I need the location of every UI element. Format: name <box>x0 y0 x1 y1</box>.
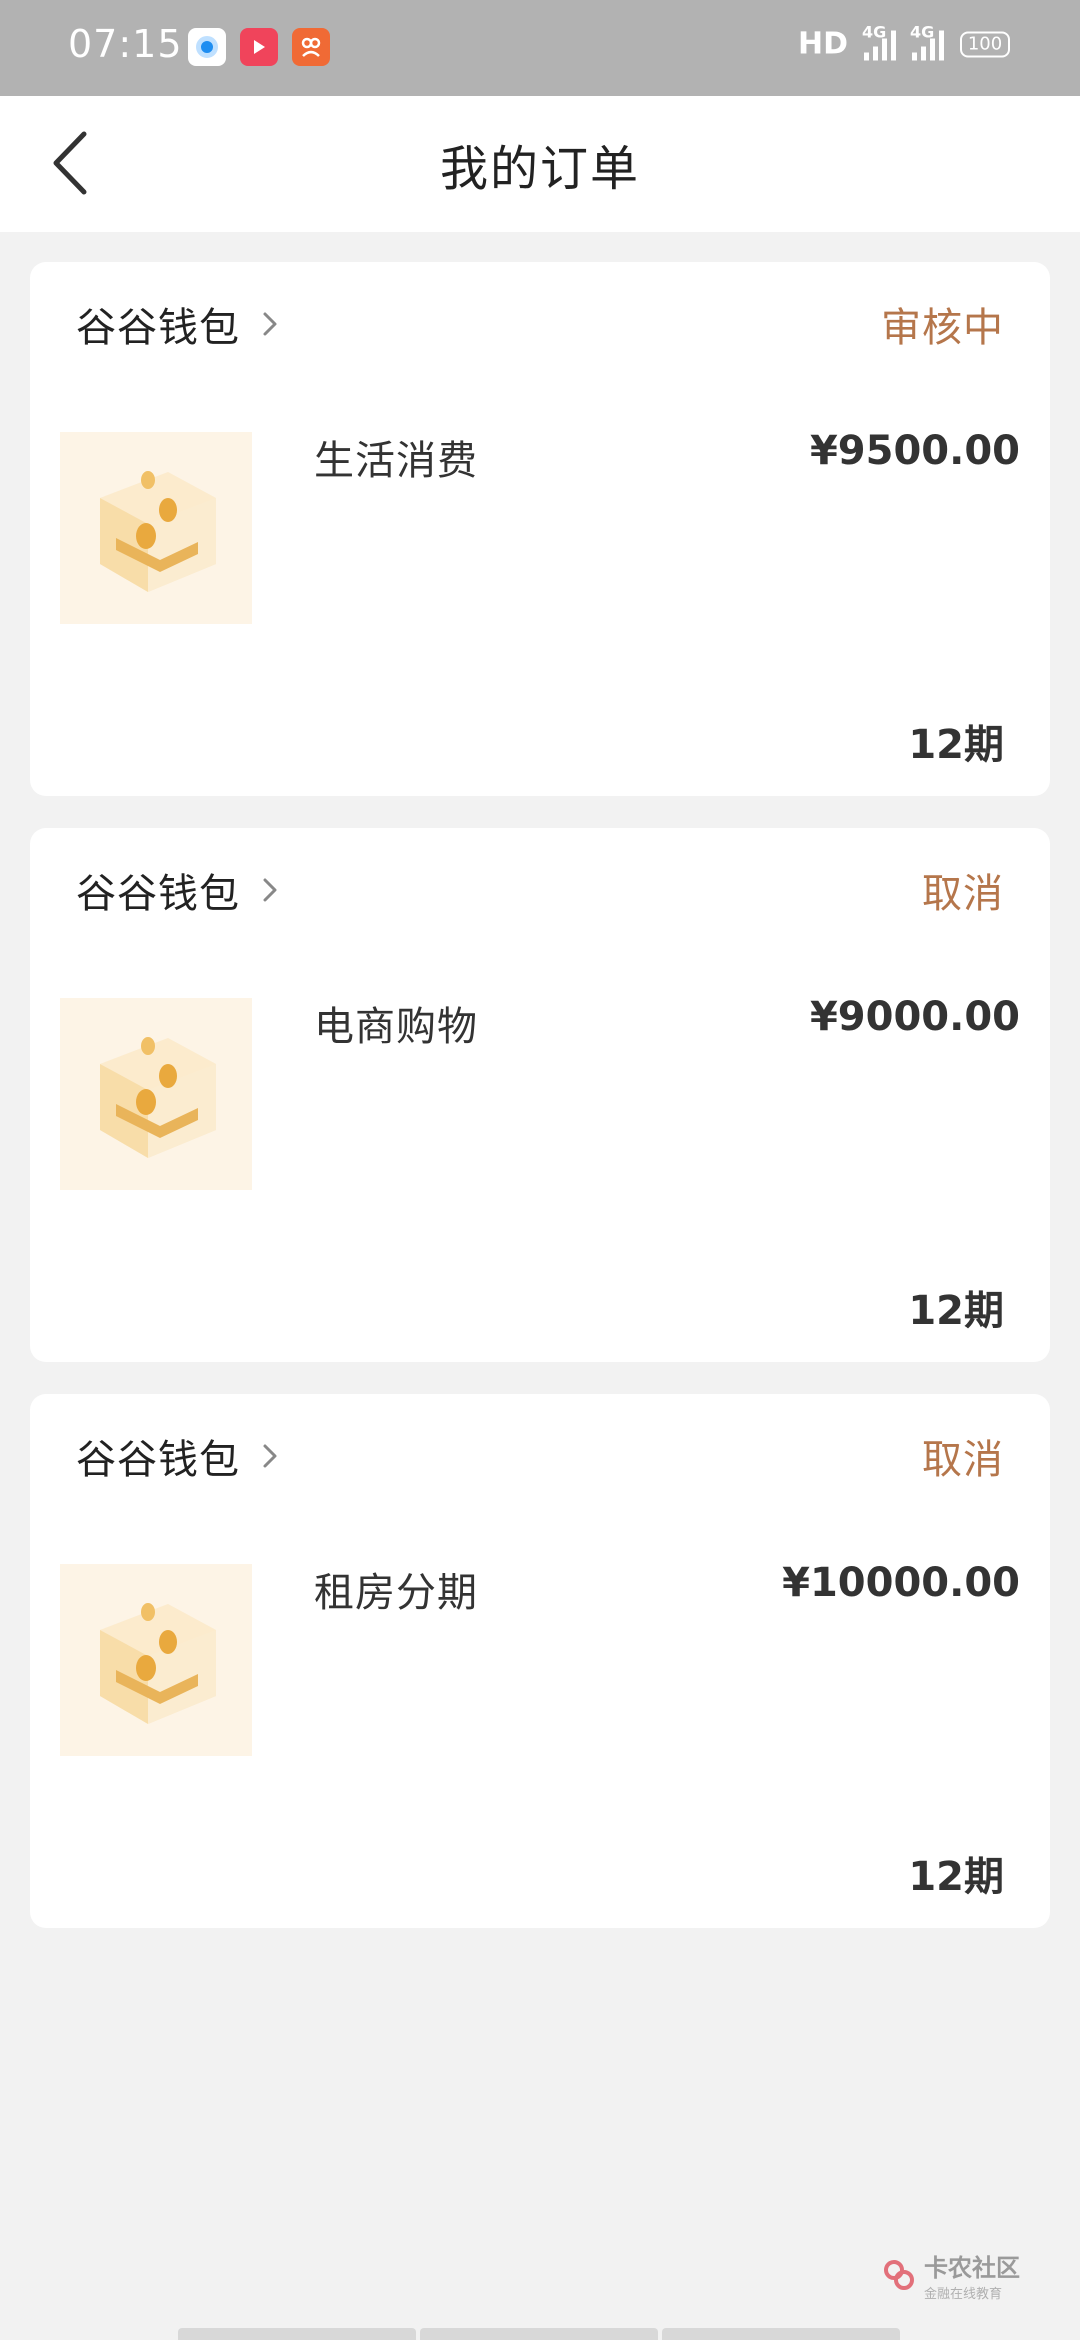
network-type-label: 4G <box>862 22 887 41</box>
watermark-logo-icon <box>884 2260 914 2290</box>
product-thumbnail <box>60 1564 252 1756</box>
merchant-link[interactable]: 谷谷钱包 <box>76 1416 278 1496</box>
order-card[interactable]: 谷谷钱包 审核中 生活消费 ¥9500.00 12期 <box>30 262 1050 796</box>
order-card[interactable]: 谷谷钱包 取消 电商购物 ¥9000.00 12期 <box>30 828 1050 1362</box>
order-price: ¥9000.00 <box>809 994 1020 1040</box>
back-button[interactable] <box>30 118 110 208</box>
status-time: 07:15 <box>68 22 183 66</box>
network-type-label: 4G <box>910 22 935 41</box>
watermark: 卡农社区 金融在线教育 <box>882 2248 1020 2302</box>
order-status: 取消 <box>922 871 1004 917</box>
product-thumbnail <box>60 432 252 624</box>
bottom-gesture-bar <box>178 2328 900 2340</box>
status-indicators: HD 4G 4G 100 <box>797 22 1010 62</box>
status-bar: 07:15 HD 4G 4G 100 <box>0 0 1080 96</box>
order-price: ¥9500.00 <box>809 428 1020 474</box>
installment-period: 12期 <box>908 722 1004 768</box>
chevron-right-icon <box>263 1444 277 1468</box>
product-name: 电商购物 <box>314 1004 478 1050</box>
hd-indicator: HD <box>797 26 848 62</box>
coin-box-icon <box>100 471 216 592</box>
merchant-name: 谷谷钱包 <box>76 1437 240 1483</box>
order-card[interactable]: 谷谷钱包 取消 租房分期 ¥10000.00 12期 <box>30 1394 1050 1928</box>
coin-box-icon <box>100 1037 216 1158</box>
page-title: 我的订单 <box>439 141 640 197</box>
coin-box-icon <box>100 1603 216 1724</box>
watermark-subtitle: 金融在线教育 <box>924 2287 1003 2302</box>
video-app-icon <box>240 28 278 66</box>
chevron-right-icon <box>263 878 277 902</box>
chevron-left-icon <box>53 131 87 195</box>
installment-period: 12期 <box>908 1288 1004 1334</box>
order-price: ¥10000.00 <box>782 1560 1020 1606</box>
order-status: 取消 <box>922 1437 1004 1483</box>
social-app-icon <box>292 28 330 66</box>
chevron-right-icon <box>263 312 277 336</box>
order-status: 审核中 <box>881 305 1004 351</box>
merchant-name: 谷谷钱包 <box>76 871 240 917</box>
product-name: 生活消费 <box>314 438 478 484</box>
merchant-name: 谷谷钱包 <box>76 305 240 351</box>
order-list: 谷谷钱包 审核中 生活消费 ¥9500.00 12期 谷谷钱包 取消 电商购物 … <box>30 262 1050 1928</box>
installment-period: 12期 <box>908 1854 1004 1900</box>
watermark-title: 卡农社区 <box>924 2254 1020 2282</box>
battery-icon: 100 <box>960 31 1010 57</box>
page-header: 我的订单 <box>0 96 1080 232</box>
product-thumbnail <box>60 998 252 1190</box>
product-name: 租房分期 <box>314 1570 478 1616</box>
browser-app-icon <box>188 28 226 66</box>
signal-icon: 4G <box>910 22 944 60</box>
signal-icon: 4G <box>862 22 896 60</box>
merchant-link[interactable]: 谷谷钱包 <box>76 850 278 930</box>
merchant-link[interactable]: 谷谷钱包 <box>76 284 278 364</box>
